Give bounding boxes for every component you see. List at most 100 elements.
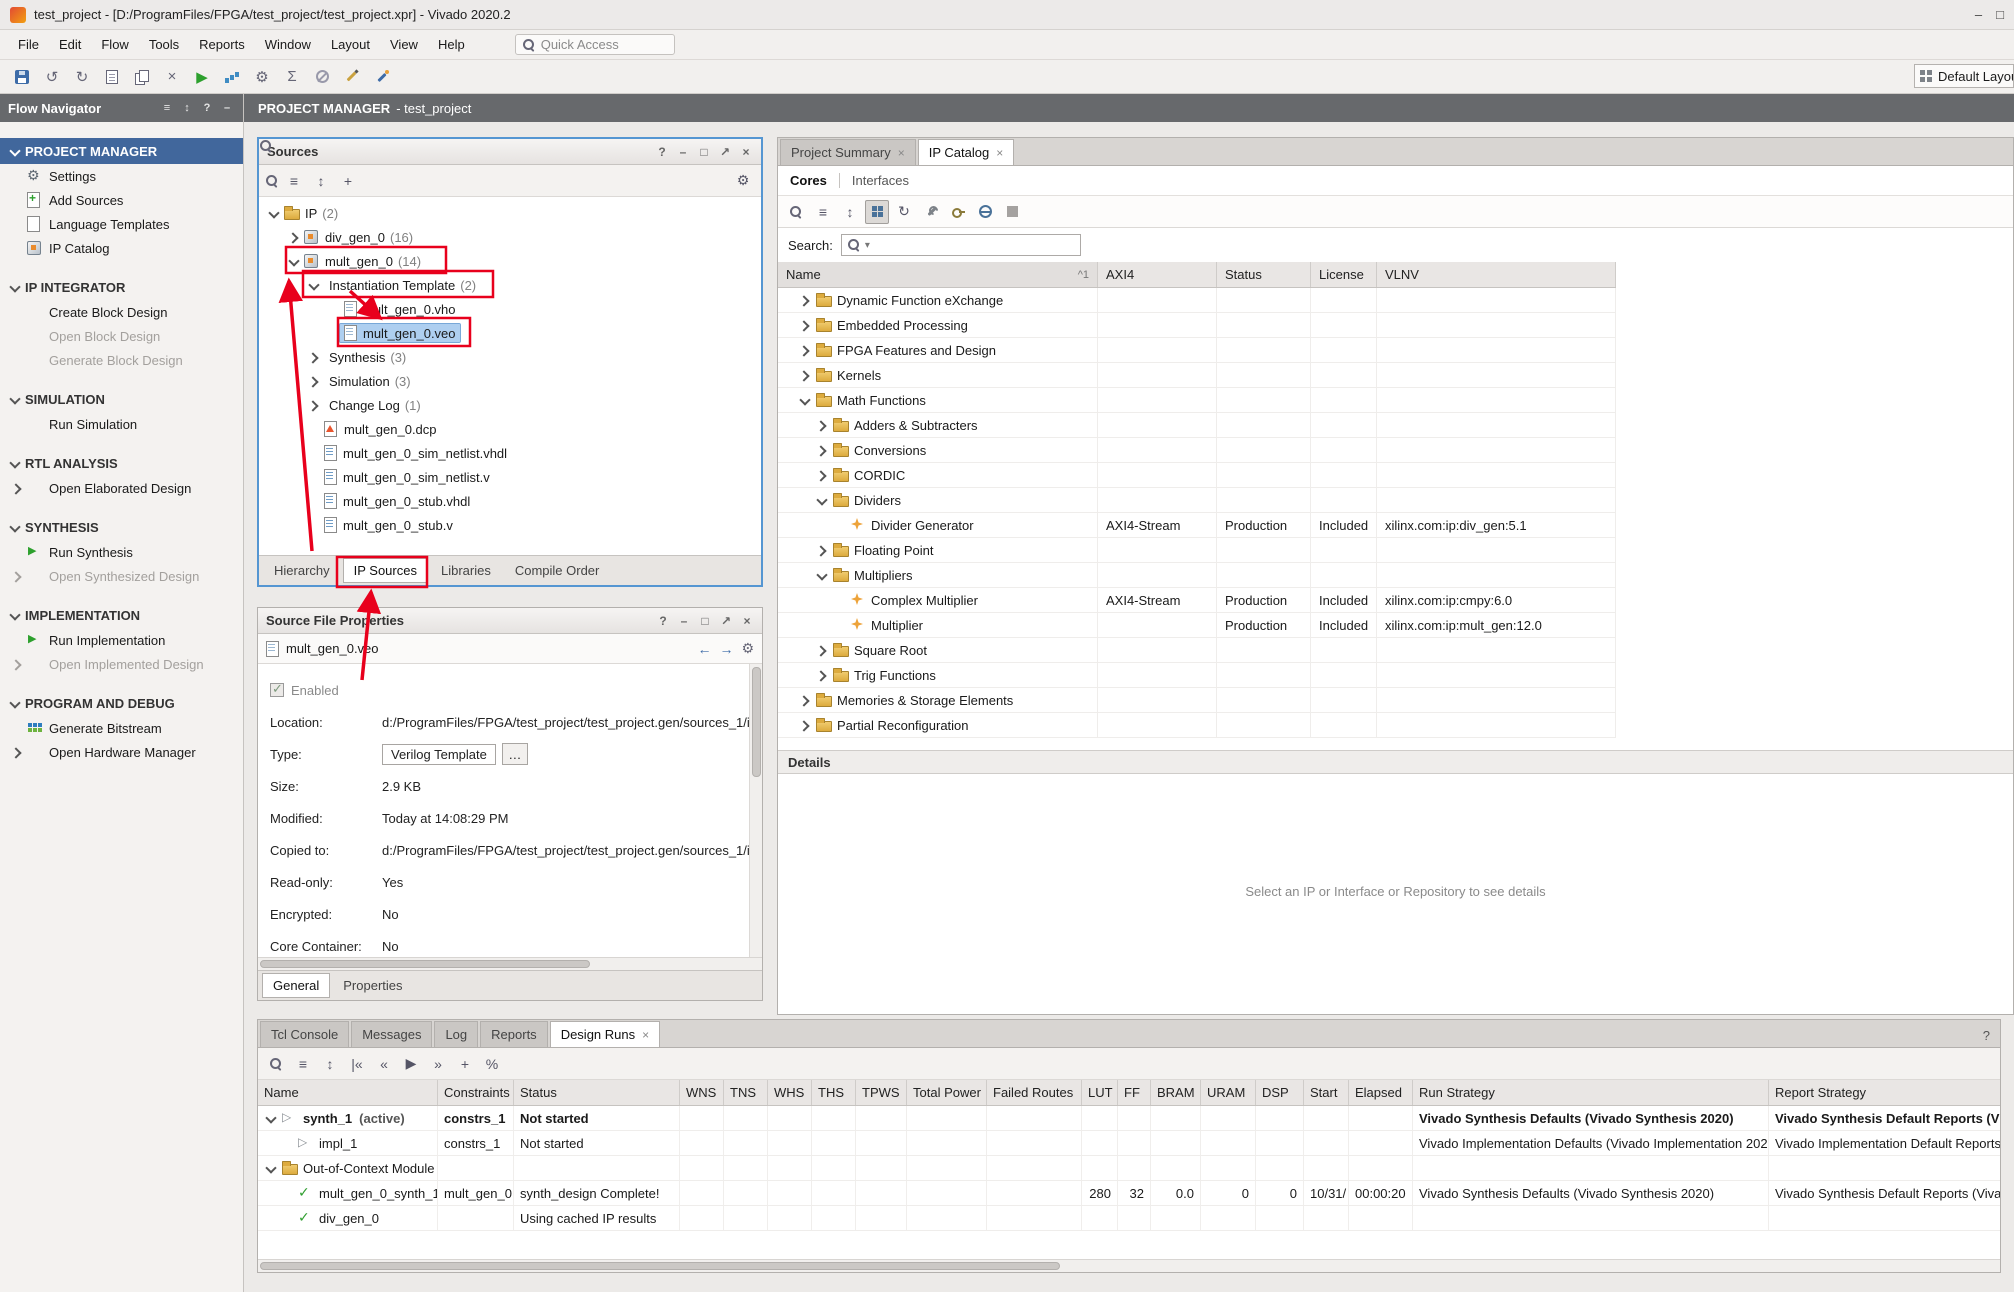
properties-tab[interactable]: Properties	[332, 973, 413, 998]
expander-icon[interactable]	[815, 644, 828, 657]
column-header[interactable]: Start	[1304, 1080, 1349, 1105]
steps-icon[interactable]	[218, 64, 246, 90]
redo-icon[interactable]: ↻	[68, 64, 96, 90]
menu-item[interactable]: Reports	[189, 33, 255, 56]
maximize-window-icon[interactable]: □	[1996, 7, 2004, 22]
table-row[interactable]: Multipliers	[778, 563, 1616, 588]
expander-icon[interactable]	[798, 319, 811, 332]
tree-item[interactable]: Synthesis (3)	[259, 345, 761, 369]
expander-icon[interactable]	[798, 394, 811, 407]
hide-icon[interactable]: –	[219, 102, 235, 114]
scrollbar-thumb[interactable]	[260, 960, 590, 968]
column-header-vlnv[interactable]: VLNV	[1377, 262, 1616, 287]
column-header[interactable]: Constraints	[438, 1080, 514, 1105]
console-tab[interactable]: Tcl Console	[260, 1021, 349, 1047]
column-header-status[interactable]: Status	[1217, 262, 1311, 287]
delete-icon[interactable]: ×	[158, 64, 186, 90]
expand-all-icon[interactable]: ↕	[179, 102, 195, 114]
expander-icon[interactable]	[815, 669, 828, 682]
table-row[interactable]: synth_1 (active) constrs_1 Not started	[258, 1106, 2000, 1131]
expander-icon[interactable]	[287, 231, 300, 244]
menu-item[interactable]: View	[380, 33, 428, 56]
menu-item[interactable]: Layout	[321, 33, 380, 56]
table-row[interactable]: Divider Generator AXI4-Stream Production…	[778, 513, 1616, 538]
flow-navigator-item[interactable]: IP Catalog	[0, 236, 243, 260]
expander-icon[interactable]	[307, 279, 320, 292]
document-tab[interactable]: Project Summary ×	[780, 139, 916, 165]
column-header[interactable]: DSP	[1256, 1080, 1304, 1105]
console-tab[interactable]: Messages	[351, 1021, 432, 1047]
catalog-subtab[interactable]: Cores	[790, 173, 827, 188]
float-icon[interactable]: ↗	[719, 614, 733, 628]
column-header-axi4[interactable]: AXI4	[1098, 262, 1217, 287]
disable-icon[interactable]	[308, 64, 336, 90]
table-row[interactable]: CORDIC	[778, 463, 1616, 488]
enabled-checkbox[interactable]	[270, 683, 284, 697]
help-icon[interactable]: ?	[655, 145, 669, 159]
column-header[interactable]: WNS	[680, 1080, 724, 1105]
sources-tab[interactable]: Compile Order	[504, 558, 611, 583]
edit-pencil-icon[interactable]	[338, 64, 366, 90]
table-row[interactable]: Dynamic Function eXchange	[778, 288, 1616, 313]
browse-button[interactable]: …	[502, 743, 528, 765]
expander-icon[interactable]	[815, 569, 828, 582]
table-row[interactable]: mult_gen_0_synth_1 mult_gen_0 synth_desi…	[258, 1181, 2000, 1206]
expander-icon[interactable]	[264, 1162, 277, 1175]
close-icon[interactable]: ×	[898, 146, 905, 160]
expander-icon[interactable]	[815, 444, 828, 457]
run-icon[interactable]: ▶	[188, 64, 216, 90]
flow-navigator-item[interactable]: PROGRAM AND DEBUG	[0, 690, 243, 716]
expander-icon[interactable]	[815, 494, 828, 507]
collapse-all-icon[interactable]: ≡	[291, 1052, 315, 1076]
collapse-all-icon[interactable]: ≡	[159, 102, 175, 114]
tree-item[interactable]: Change Log (1)	[259, 393, 761, 417]
flow-navigator-item[interactable]: RTL ANALYSIS	[0, 450, 243, 476]
flow-navigator-item[interactable]: Generate Bitstream	[0, 716, 243, 740]
column-header-license[interactable]: License	[1311, 262, 1377, 287]
refresh-icon[interactable]: ↻	[892, 200, 916, 224]
expander-icon[interactable]	[307, 495, 320, 508]
undo-icon[interactable]: ↺	[38, 64, 66, 90]
table-row[interactable]: Square Root	[778, 638, 1616, 663]
expander-icon[interactable]	[307, 399, 320, 412]
column-header[interactable]: TNS	[724, 1080, 768, 1105]
column-header[interactable]: Status	[514, 1080, 680, 1105]
column-header[interactable]: Elapsed	[1349, 1080, 1413, 1105]
expander-icon[interactable]	[798, 694, 811, 707]
expander-icon[interactable]	[307, 351, 320, 364]
sum-icon[interactable]: Σ	[278, 64, 306, 90]
flow-navigator-item[interactable]: Add Sources	[0, 188, 243, 212]
report-icon[interactable]	[98, 64, 126, 90]
tree-item[interactable]: Instantiation Template (2)	[259, 273, 761, 297]
wrench-icon[interactable]	[919, 200, 943, 224]
menu-item[interactable]: Flow	[91, 33, 138, 56]
add-sources-icon[interactable]: +	[336, 169, 360, 193]
column-header[interactable]: Report Strategy	[1769, 1080, 2000, 1105]
expander-icon[interactable]	[832, 594, 845, 607]
flow-navigator-item[interactable]: Open Elaborated Design	[0, 476, 243, 500]
table-row[interactable]: Partial Reconfiguration	[778, 713, 1616, 738]
menu-item[interactable]: Help	[428, 33, 475, 56]
settings-gear-icon[interactable]: ⚙	[731, 169, 755, 193]
column-header[interactable]: Run Strategy	[1413, 1080, 1769, 1105]
close-icon[interactable]: ×	[642, 1028, 649, 1042]
rewind-icon[interactable]: «	[372, 1052, 396, 1076]
menu-item[interactable]: Window	[255, 33, 321, 56]
expander-icon[interactable]	[280, 1137, 293, 1150]
column-header[interactable]: BRAM	[1151, 1080, 1201, 1105]
table-row[interactable]: Trig Functions	[778, 663, 1616, 688]
minimize-icon[interactable]: –	[676, 145, 690, 159]
table-row[interactable]: Math Functions	[778, 388, 1616, 413]
expander-icon[interactable]	[307, 447, 320, 460]
scrollbar-thumb[interactable]	[752, 667, 761, 777]
flow-navigator-item[interactable]: Run Synthesis	[0, 540, 243, 564]
flow-navigator-item[interactable]: IMPLEMENTATION	[0, 602, 243, 628]
flow-navigator-item[interactable]: Settings	[0, 164, 243, 188]
web-icon[interactable]	[973, 200, 997, 224]
forward-icon[interactable]: →	[719, 641, 733, 657]
tree-item[interactable]: div_gen_0 (16)	[259, 225, 761, 249]
tree-item[interactable]: mult_gen_0.vho	[259, 297, 761, 321]
tree-item[interactable]: mult_gen_0_stub.v	[259, 513, 761, 537]
table-row[interactable]: FPGA Features and Design	[778, 338, 1616, 363]
help-icon[interactable]: ?	[1983, 1028, 1998, 1047]
